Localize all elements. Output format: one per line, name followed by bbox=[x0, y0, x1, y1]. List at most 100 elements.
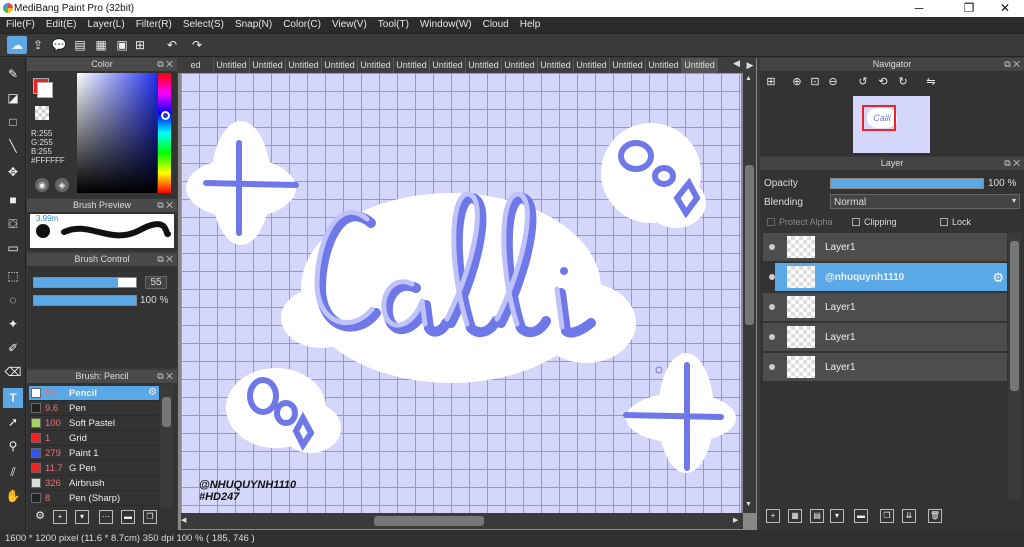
brush-folder-icon[interactable]: ▬ bbox=[121, 510, 135, 524]
document-tab[interactable]: Untitled bbox=[502, 58, 538, 73]
brush-list-item[interactable]: 279 Paint 1 bbox=[29, 446, 159, 461]
grid-icon[interactable]: ⊞ bbox=[130, 36, 150, 54]
brush-size-slider[interactable] bbox=[33, 277, 137, 288]
move-tool-icon[interactable]: ✥ bbox=[3, 162, 23, 182]
gear-icon[interactable]: ⚙ bbox=[148, 387, 157, 398]
eye-icon[interactable] bbox=[769, 364, 775, 370]
rotate-left-icon[interactable]: ↺ bbox=[856, 76, 870, 90]
brush-list-item[interactable]: 55 Pencil ⚙ bbox=[29, 386, 159, 401]
vertical-scroll-thumb[interactable] bbox=[745, 165, 754, 325]
horizontal-scroll-thumb[interactable] bbox=[374, 516, 484, 526]
canvas-horizontal-scrollbar[interactable]: ◀ ▶ bbox=[181, 513, 743, 529]
zoom-fit-icon[interactable]: ⊞ bbox=[764, 76, 778, 90]
tab-prev-icon[interactable]: ◀ bbox=[733, 58, 743, 73]
eye-icon[interactable] bbox=[769, 274, 775, 280]
brush-list-item[interactable]: 1 Grid bbox=[29, 431, 159, 446]
scroll-up-icon[interactable]: ▲ bbox=[745, 75, 752, 82]
document-tab[interactable]: Untitled bbox=[574, 58, 610, 73]
canvas-vertical-scrollbar[interactable]: ▲ ▼ bbox=[743, 73, 756, 513]
document-tab[interactable]: Untitled bbox=[250, 58, 286, 73]
color-wheel-icon[interactable]: ◉ bbox=[35, 178, 49, 192]
brush-list-item[interactable]: 326 Airbrush bbox=[29, 476, 159, 491]
menu-view[interactable]: View(V) bbox=[326, 17, 372, 30]
rotate-reset-icon[interactable]: ⟲ bbox=[876, 76, 890, 90]
new-halftone-layer-icon[interactable]: ▦ bbox=[788, 509, 802, 523]
scroll-left-icon[interactable]: ◀ bbox=[181, 516, 186, 524]
select-pen-icon[interactable]: ✐ bbox=[3, 338, 23, 358]
eye-icon[interactable] bbox=[769, 244, 775, 250]
hand-tool-icon[interactable]: ✋ bbox=[3, 486, 23, 506]
brush-tool-icon[interactable]: ✎ bbox=[3, 64, 23, 84]
fill-rect-tool-icon[interactable]: ■ bbox=[3, 190, 23, 210]
select-eraser-icon[interactable]: ⌫ bbox=[3, 362, 23, 382]
new-8bit-layer-icon[interactable]: ▤ bbox=[810, 509, 824, 523]
lasso-tool-icon[interactable]: ◌ bbox=[3, 290, 23, 310]
layer-row[interactable]: Layer1 bbox=[763, 293, 1007, 322]
minimize-button[interactable]: ─ bbox=[904, 0, 934, 17]
comment-icon[interactable]: 💬 bbox=[49, 36, 69, 54]
protect-alpha-checkbox[interactable] bbox=[767, 218, 775, 226]
zoom-out-icon[interactable]: ⊖ bbox=[826, 76, 840, 90]
brush-settings-icon[interactable]: ⚙ bbox=[33, 510, 47, 524]
brush-list-item[interactable]: 100 Soft Pastel bbox=[29, 416, 159, 431]
gradient-tool-icon[interactable]: ▭ bbox=[3, 238, 23, 258]
lock-checkbox[interactable] bbox=[940, 218, 948, 226]
hue-slider[interactable] bbox=[158, 73, 171, 193]
dot-tool-icon[interactable]: □ bbox=[3, 112, 23, 132]
brush-size-value[interactable]: 55 bbox=[145, 276, 167, 289]
new-layer-icon[interactable]: + bbox=[766, 509, 780, 523]
redo-icon[interactable]: ↷ bbox=[187, 36, 207, 54]
menu-window[interactable]: Window(W) bbox=[414, 17, 477, 30]
hue-handle[interactable] bbox=[161, 111, 170, 120]
eyedropper-tool-icon[interactable]: ⚲ bbox=[3, 436, 23, 456]
menu-layer[interactable]: Layer(L) bbox=[81, 17, 129, 30]
layer-row[interactable]: @nhuquynh1110 ⚙ bbox=[769, 263, 1007, 292]
zoom-in-icon[interactable]: ⊕ bbox=[790, 76, 804, 90]
brush-list-scrollbar[interactable] bbox=[160, 385, 173, 507]
menu-select[interactable]: Select(S) bbox=[177, 17, 229, 30]
brush-copy-icon[interactable]: ❐ bbox=[143, 510, 157, 524]
zoom-actual-icon[interactable]: ⊡ bbox=[808, 76, 822, 90]
document-tab[interactable]: Untitled bbox=[394, 58, 430, 73]
navigator-viewport[interactable] bbox=[862, 105, 896, 131]
document-tab[interactable]: Untitled bbox=[466, 58, 502, 73]
document-tab[interactable]: Untitled bbox=[682, 58, 718, 73]
layer-folder-icon[interactable]: ▬ bbox=[854, 509, 868, 523]
menu-edit[interactable]: Edit(E) bbox=[40, 17, 82, 30]
document-tab[interactable]: Untitled bbox=[286, 58, 322, 73]
new-brush-icon[interactable]: + bbox=[53, 510, 67, 524]
document-tab[interactable]: Untitled bbox=[538, 58, 574, 73]
layer-row[interactable]: Layer1 bbox=[763, 353, 1007, 382]
navigator-thumbnail[interactable]: Calli bbox=[853, 96, 930, 153]
transparent-swatch[interactable] bbox=[35, 106, 49, 120]
menu-file[interactable]: File(F) bbox=[0, 17, 40, 30]
saturation-value-picker[interactable] bbox=[77, 73, 157, 193]
brush-list-item[interactable]: 9.6 Pen bbox=[29, 401, 159, 416]
tab-next-icon[interactable]: ▶ bbox=[744, 58, 756, 73]
scroll-right-icon[interactable]: ▶ bbox=[733, 516, 738, 524]
line-tool-icon[interactable]: ╲ bbox=[3, 136, 23, 156]
layer-scrollbar[interactable] bbox=[1008, 233, 1021, 499]
add-layer-menu-icon[interactable]: ▾ bbox=[830, 509, 844, 523]
menu-filter[interactable]: Filter(R) bbox=[130, 17, 177, 30]
brush-list-item[interactable]: 11.7 G Pen bbox=[29, 461, 159, 476]
document-tab[interactable]: Untitled bbox=[430, 58, 466, 73]
document-tab[interactable]: Untitled bbox=[214, 58, 250, 73]
eye-icon[interactable] bbox=[769, 304, 775, 310]
primary-color-swatch[interactable] bbox=[37, 82, 53, 98]
eraser-tool-icon[interactable]: ◪ bbox=[3, 88, 23, 108]
scroll-down-icon[interactable]: ▼ bbox=[745, 501, 752, 508]
page-list-icon[interactable]: ▣ bbox=[112, 36, 132, 54]
palette-icon[interactable]: ◈ bbox=[55, 178, 69, 192]
flip-icon[interactable]: ⇋ bbox=[924, 76, 938, 90]
eye-icon[interactable] bbox=[769, 334, 775, 340]
brush-options-icon[interactable]: ⋯ bbox=[99, 510, 113, 524]
rotate-right-icon[interactable]: ↻ bbox=[896, 76, 910, 90]
magic-wand-icon[interactable]: ✦ bbox=[3, 314, 23, 334]
document-tab[interactable]: Untitled bbox=[358, 58, 394, 73]
close-button[interactable]: ✕ bbox=[990, 0, 1020, 17]
menu-cloud[interactable]: Cloud bbox=[477, 17, 514, 30]
clipping-checkbox[interactable] bbox=[852, 218, 860, 226]
add-brush-icon[interactable]: ▾ bbox=[75, 510, 89, 524]
restore-button[interactable]: ❐ bbox=[954, 0, 984, 17]
